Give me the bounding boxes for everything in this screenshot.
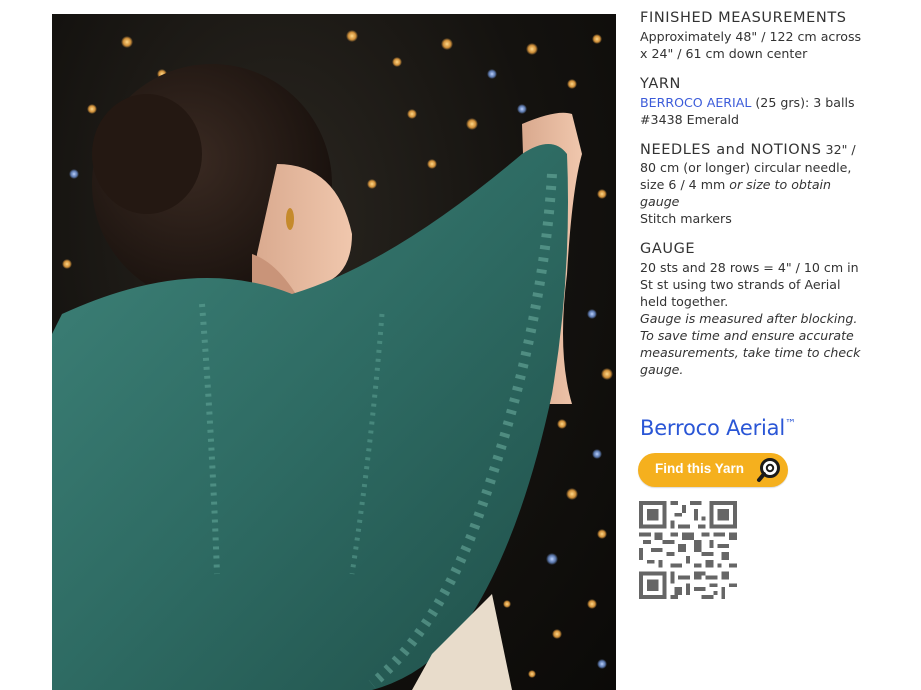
- trademark-symbol: ™: [784, 417, 796, 430]
- qr-code-icon[interactable]: [639, 501, 737, 599]
- gauge-note4: gauge.: [640, 362, 684, 377]
- yarn-color: #3438 Emerald: [640, 112, 739, 127]
- brand-name: Berroco Aerial: [640, 416, 785, 440]
- finished-measurements-section: FINISHED MEASUREMENTS Approximately 48" …: [640, 9, 880, 62]
- find-this-yarn-label: Find this Yarn: [655, 461, 745, 476]
- yarn-section: YARN BERROCO AERIAL (25 grs): 3 balls #3…: [640, 75, 880, 128]
- needles-line2: 80 cm (or longer) circular needle,: [640, 160, 852, 175]
- gauge-note2: To save time and ensure accurate: [640, 328, 854, 343]
- finished-measurements-line1: Approximately 48" / 122 cm across: [640, 29, 862, 44]
- pattern-details: FINISHED MEASUREMENTS Approximately 48" …: [640, 9, 880, 391]
- gauge-heading: GAUGE: [640, 241, 696, 257]
- gauge-line2: St st using two strands of Aerial: [640, 277, 841, 292]
- needles-size-note: or size to obtain: [729, 177, 832, 192]
- needles-section: NEEDLES and NOTIONS 32" / 80 cm (or long…: [640, 141, 880, 227]
- needles-heading: NEEDLES and NOTIONS: [640, 142, 822, 158]
- gauge-note3: measurements, take time to check: [640, 345, 861, 360]
- shawl-photo-illustration: [52, 30, 613, 690]
- finished-measurements-line2: x 24" / 61 cm down center: [640, 46, 808, 61]
- gauge-note1: Gauge is measured after blocking.: [640, 311, 858, 326]
- yarn-heading: YARN: [640, 76, 681, 92]
- yarn-line1: BERROCO AERIAL (25 grs): 3 balls: [640, 94, 880, 111]
- needles-line3: size 6 / 4 mm or size to obtain: [640, 176, 880, 193]
- shawl-photo: [52, 14, 616, 690]
- yarn-quantity: (25 grs): 3 balls: [751, 95, 855, 110]
- needles-line1: NEEDLES and NOTIONS 32" /: [640, 141, 880, 159]
- gauge-line1: 20 sts and 28 rows = 4" / 10 cm in: [640, 260, 859, 275]
- needles-size-start: 32" /: [821, 142, 856, 157]
- finished-measurements-heading: FINISHED MEASUREMENTS: [640, 10, 847, 26]
- needles-size: size 6 / 4 mm: [640, 177, 730, 192]
- gauge-section: GAUGE 20 sts and 28 rows = 4" / 10 cm in…: [640, 240, 880, 378]
- magnifier-icon: [757, 458, 780, 482]
- find-this-yarn-button[interactable]: Find this Yarn: [638, 453, 788, 487]
- notions-line: Stitch markers: [640, 211, 732, 226]
- needles-size-note-end: gauge: [640, 194, 680, 209]
- brand-title: Berroco Aerial™: [640, 416, 796, 440]
- yarn-link[interactable]: BERROCO AERIAL: [640, 95, 751, 110]
- gauge-line3: held together.: [640, 294, 729, 309]
